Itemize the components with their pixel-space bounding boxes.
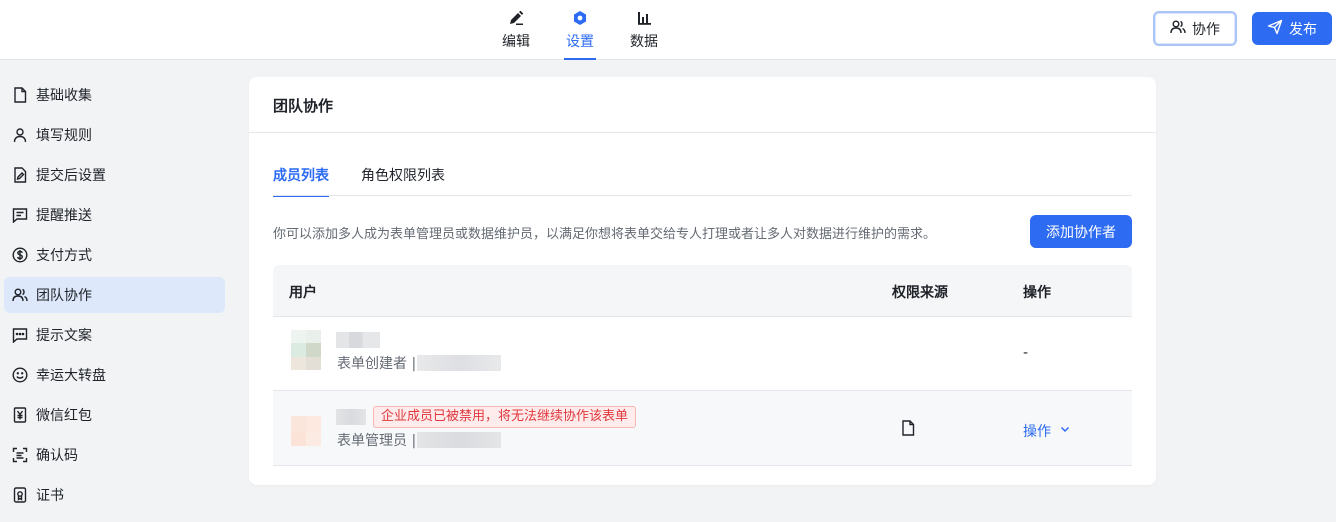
column-header-source: 权限来源 (892, 285, 948, 301)
dollar-circle-icon (12, 247, 28, 263)
tab-role-permissions[interactable]: 角色权限列表 (361, 165, 445, 185)
scan-icon (12, 447, 28, 463)
row-action-label: 操作 (1023, 424, 1051, 440)
smile-icon (12, 367, 28, 383)
sidebar-item-label: 基础收集 (36, 88, 92, 104)
send-icon (1267, 19, 1283, 39)
sidebar-item-label: 幸运大转盘 (36, 368, 106, 384)
sidebar-item-payment[interactable]: 支付方式 (4, 237, 225, 273)
file-icon (12, 87, 28, 103)
avatar (291, 330, 321, 370)
publish-label: 发布 (1289, 21, 1317, 38)
user-role: 表单创建者 | (337, 356, 417, 372)
users-icon (12, 287, 28, 303)
tab-edit[interactable]: 编辑 (493, 0, 539, 60)
settings-sidebar: 基础收集 填写规则 提交后设置 提醒推送 支付方式 团队协作 提示文案 幸运大转… (0, 61, 232, 522)
certificate-icon (12, 487, 28, 503)
sidebar-item-label: 团队协作 (36, 288, 92, 304)
sidebar-item-label: 提醒推送 (36, 208, 92, 224)
user-email-redacted (417, 432, 501, 448)
row-action-dropdown[interactable]: 操作 (1023, 421, 1071, 441)
user-role: 表单管理员 | (337, 433, 417, 449)
team-collab-card: 团队协作 成员列表 角色权限列表 你可以添加多人成为表单管理员或数据维护员，以满… (249, 77, 1156, 485)
top-bar: 编辑 设置 数据 协作 发布 (0, 0, 1336, 60)
user-email-redacted (417, 355, 501, 371)
user-name-redacted (336, 409, 366, 425)
tabs-divider (273, 195, 1132, 196)
sidebar-item-basic[interactable]: 基础收集 (4, 77, 225, 113)
table-header: 用户 权限来源 操作 (273, 265, 1132, 317)
tab-data[interactable]: 数据 (621, 0, 667, 60)
sidebar-item-confirm-code[interactable]: 确认码 (4, 437, 225, 473)
table-row: 表单创建者 | - (273, 317, 1132, 391)
tab-edit-label: 编辑 (502, 34, 530, 50)
sidebar-item-reminder[interactable]: 提醒推送 (4, 197, 225, 233)
collab-description: 你可以添加多人成为表单管理员或数据维护员，以满足你想将表单交给专人打理或者让多人… (273, 227, 937, 242)
avatar (291, 416, 321, 446)
chat-dots-icon (12, 327, 28, 343)
publish-button[interactable]: 发布 (1252, 12, 1332, 45)
users-icon (1170, 19, 1186, 39)
sidebar-item-wheel[interactable]: 幸运大转盘 (4, 357, 225, 393)
sidebar-item-label: 提示文案 (36, 328, 92, 344)
action-empty: - (1023, 345, 1029, 361)
file-icon[interactable] (901, 420, 915, 436)
card-title: 团队协作 (273, 97, 334, 115)
sidebar-item-red-packet[interactable]: 微信红包 (4, 397, 225, 433)
settings-hexagon-icon (571, 9, 589, 27)
file-edit-icon (12, 167, 28, 183)
table-row: 企业成员已被禁用，将无法继续协作该表单 表单管理员 | 操作 (273, 391, 1132, 466)
user-name-redacted (336, 332, 380, 348)
disabled-warning-tag: 企业成员已被禁用，将无法继续协作该表单 (373, 406, 637, 428)
message-icon (12, 207, 28, 223)
column-header-user: 用户 (289, 285, 317, 301)
sidebar-item-label: 确认码 (36, 448, 78, 464)
sidebar-item-team[interactable]: 团队协作 (4, 277, 225, 313)
column-header-action: 操作 (1023, 285, 1051, 301)
sidebar-item-label: 证书 (36, 488, 64, 504)
member-table: 用户 权限来源 操作 表单创建者 | - 企业成员已被禁用，将无法继续协作该表单 (273, 265, 1132, 466)
sidebar-item-label: 微信红包 (36, 408, 92, 424)
tab-settings-label: 设置 (566, 34, 594, 50)
sidebar-item-label: 提交后设置 (36, 168, 106, 184)
chevron-down-icon (1059, 423, 1071, 439)
sidebar-item-label: 填写规则 (36, 128, 92, 144)
pen-icon (507, 9, 525, 27)
bar-chart-icon (635, 9, 653, 27)
sidebar-item-after-submit[interactable]: 提交后设置 (4, 157, 225, 193)
user-icon (12, 127, 28, 143)
tab-data-label: 数据 (630, 34, 658, 50)
collaborate-label: 协作 (1192, 21, 1220, 38)
sidebar-item-certificate[interactable]: 证书 (4, 477, 225, 513)
yen-icon (12, 407, 28, 423)
sidebar-item-rules[interactable]: 填写规则 (4, 117, 225, 153)
divider (249, 132, 1156, 133)
sidebar-item-tips[interactable]: 提示文案 (4, 317, 225, 353)
tab-settings[interactable]: 设置 (557, 0, 603, 60)
add-collaborator-button[interactable]: 添加协作者 (1030, 215, 1132, 248)
collaborate-button[interactable]: 协作 (1153, 11, 1237, 46)
tab-member-list[interactable]: 成员列表 (273, 165, 329, 197)
sidebar-item-label: 支付方式 (36, 248, 92, 264)
